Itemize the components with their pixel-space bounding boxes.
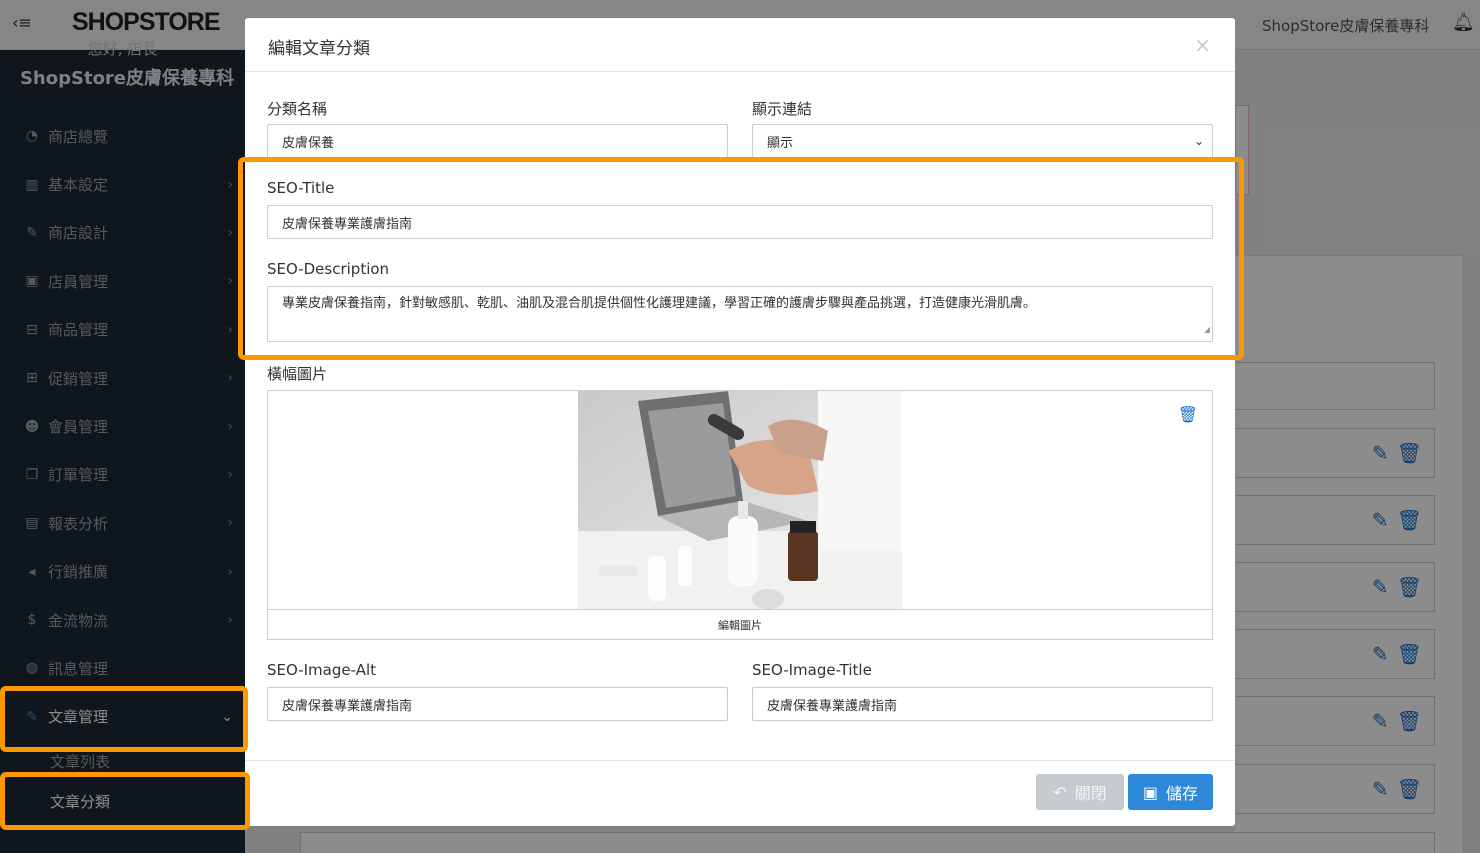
seo-image-alt-input[interactable]: 皮膚保養專業護膚指南 <box>267 687 728 721</box>
close-button-label: 關閉 <box>1074 784 1107 803</box>
floppy-disk-icon: ▣ <box>1142 782 1159 802</box>
category-name-input[interactable]: 皮膚保養 <box>267 124 728 158</box>
banner-image-box: 🗑︎ 編輯圖片 <box>267 390 1213 640</box>
save-button-label: 儲存 <box>1166 784 1199 803</box>
chevron-down-icon: ⌄ <box>1193 134 1204 148</box>
resize-handle-icon[interactable]: ◢ <box>1204 321 1210 339</box>
seo-description-textarea[interactable]: 專業皮膚保養指南，針對敏感肌、乾肌、油肌及混合肌提供個性化護理建議，學習正確的護… <box>267 286 1213 342</box>
edit-image-button[interactable]: 編輯圖片 <box>268 609 1212 640</box>
trash-icon[interactable]: 🗑︎ <box>1178 405 1198 424</box>
seo-image-alt-label: SEO-Image-Alt <box>267 661 377 679</box>
modal-header: 編輯文章分類 × <box>245 18 1235 72</box>
modal-title: 編輯文章分類 <box>268 39 370 59</box>
edit-category-modal: 編輯文章分類 × 分類名稱 皮膚保養 顯示連結 顯示 ⌄ SEO-Title 皮… <box>245 18 1235 826</box>
close-icon[interactable]: × <box>1194 33 1211 57</box>
display-link-label: 顯示連結 <box>752 100 813 118</box>
banner-photo <box>578 391 902 609</box>
seo-description-text: 專業皮膚保養指南，針對敏感肌、乾肌、油肌及混合肌提供個性化護理建議，學習正確的護… <box>282 296 1037 311</box>
banner-image <box>578 391 902 609</box>
banner-image-label: 橫幅圖片 <box>267 365 328 383</box>
seo-title-input[interactable]: 皮膚保養專業護膚指南 <box>267 205 1213 239</box>
seo-image-title-input[interactable]: 皮膚保養專業護膚指南 <box>752 687 1213 721</box>
display-link-select[interactable]: 顯示 ⌄ <box>752 124 1213 158</box>
undo-icon: ↶ <box>1053 782 1067 802</box>
seo-description-label: SEO-Description <box>267 260 390 278</box>
seo-image-title-label: SEO-Image-Title <box>752 661 872 679</box>
modal-footer: ↶ 關閉 ▣ 儲存 <box>245 760 1235 826</box>
close-button[interactable]: ↶ 關閉 <box>1036 774 1124 810</box>
seo-title-label: SEO-Title <box>267 179 335 197</box>
save-button[interactable]: ▣ 儲存 <box>1128 774 1213 810</box>
category-name-label: 分類名稱 <box>267 100 328 118</box>
display-link-value: 顯示 <box>767 135 794 151</box>
